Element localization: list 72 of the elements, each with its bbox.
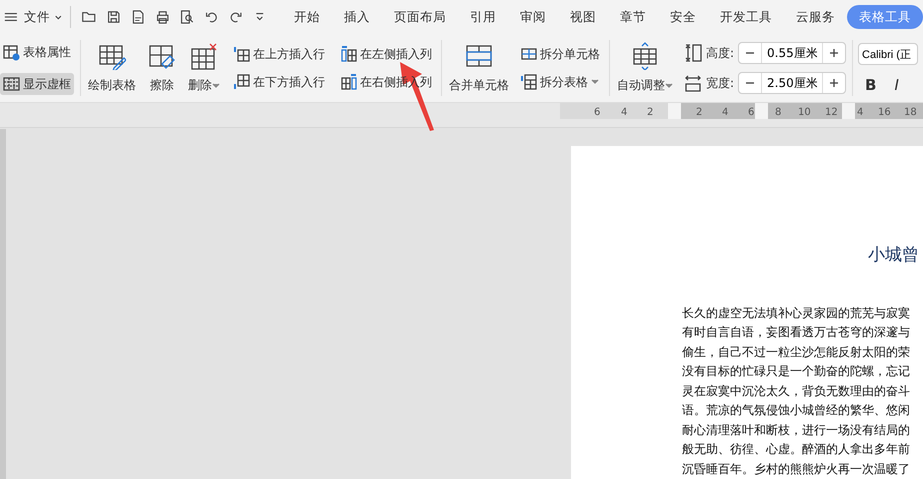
- ribbon-tab[interactable]: 安全: [670, 4, 696, 30]
- text-line: 有时自言自语，妄图看透万古苍穹的深邃与: [682, 324, 911, 341]
- ribbon-tab[interactable]: 页面布局: [394, 4, 446, 30]
- ribbon-button[interactable]: 在上方插入行: [231, 43, 328, 65]
- ribbon-tab[interactable]: 开发工具: [720, 4, 772, 30]
- ribbon-button[interactable]: 在下方插入行: [231, 71, 328, 93]
- field-label: 高度:: [706, 45, 734, 62]
- caret-icon: [665, 82, 673, 89]
- text-line: 耐心清理落叶和断枝，进行一场没有结局的: [682, 422, 911, 438]
- insert-column-right-icon: [341, 74, 357, 90]
- insert-column-left-icon: [341, 46, 357, 62]
- ribbon-button[interactable]: 拆分表格: [518, 71, 603, 93]
- ruler-number: 2: [647, 106, 654, 120]
- split-table-icon: [521, 74, 537, 90]
- ribbon-button[interactable]: 在左侧插入列: [338, 43, 435, 65]
- width-icon: [684, 74, 702, 92]
- delete-table-icon: [190, 42, 218, 70]
- text-line: 偷生，自己不过一粒尘沙怎能反射太阳的荣: [682, 344, 911, 360]
- ribbon-button[interactable]: 绘制表格: [87, 40, 137, 96]
- text-line: 灵在寂寞中沉沦太久，背负无数理由的奋斗: [682, 382, 911, 400]
- ruler-number: 6: [748, 106, 754, 120]
- text-line: 般无助、彷徨、心虚。醉酒的人拿出多年前: [682, 441, 911, 458]
- ribbon-button[interactable]: 擦除: [147, 40, 177, 96]
- ribbon-tab[interactable]: 视图: [570, 4, 596, 30]
- text-line: 沉昏睡百年。乡村的熊熊炉火再一次温暖了: [682, 460, 911, 478]
- ruler-number: 4: [722, 106, 728, 120]
- number-spinner[interactable]: 0.55厘米: [738, 42, 846, 64]
- caret-icon[interactable]: [54, 13, 62, 21]
- text-line: 长久的虚空无法填补心灵家园的荒芜与寂寞: [682, 304, 911, 322]
- split-cells-icon: [521, 46, 537, 62]
- ribbon-button[interactable]: 拆分单元格: [518, 43, 603, 65]
- ribbon-button[interactable]: 删除: [187, 40, 221, 96]
- ruler-number: 12: [825, 106, 838, 120]
- autofit-table-icon: [631, 42, 659, 70]
- table-properties-icon: [3, 44, 20, 60]
- ruler-number: 8: [775, 106, 782, 120]
- ruler-number: 10: [798, 106, 811, 120]
- ribbon-tab[interactable]: 插入: [344, 4, 370, 30]
- preview-icon[interactable]: [179, 8, 195, 26]
- ribbon-button[interactable]: 显示虚框: [0, 73, 74, 95]
- ribbon-button[interactable]: 自动调整: [616, 40, 674, 96]
- ribbon-tab[interactable]: 引用: [470, 4, 496, 30]
- menu-icon[interactable]: [4, 10, 18, 24]
- bold-button[interactable]: B: [862, 72, 880, 99]
- dashed-grid-icon: [3, 76, 20, 92]
- text-line: 没有目标的忙碌只是一个勤奋的陀螺，忘记: [682, 363, 911, 380]
- ruler-number: 18: [904, 106, 917, 120]
- height-icon: [684, 44, 702, 62]
- pdf-icon[interactable]: [130, 8, 146, 26]
- ribbon-button[interactable]: 表格属性: [0, 41, 74, 63]
- ruler-number: 2: [696, 106, 702, 120]
- italic-button[interactable]: I: [891, 72, 902, 99]
- ribbon-button[interactable]: 合并单元格: [448, 40, 510, 96]
- text-line: 语。荒凉的气氛侵蚀小城曾经的繁华、悠闲: [682, 402, 911, 419]
- plus-icon: [829, 78, 840, 88]
- plus-icon: [829, 48, 840, 58]
- ribbon-tab[interactable]: 云服务: [796, 4, 835, 30]
- ribbon-tab[interactable]: 审阅: [520, 4, 546, 30]
- field-label: 宽度:: [706, 75, 734, 92]
- ruler-scale: [855, 103, 923, 119]
- document-title: 小城曾: [868, 244, 920, 267]
- ruler-number: 16: [878, 106, 891, 120]
- insert-row-below-icon: [234, 74, 250, 90]
- ruler-number: 4: [857, 106, 864, 120]
- ribbon-tab[interactable]: 开始: [294, 4, 320, 30]
- ribbon-tab[interactable]: 章节: [620, 4, 646, 30]
- font-field[interactable]: Calibri (正: [858, 43, 918, 66]
- file-menu[interactable]: 文件: [24, 4, 50, 30]
- ruler-number: 6: [594, 106, 600, 120]
- number-spinner[interactable]: 2.50厘米: [738, 72, 846, 94]
- ruler-number: 4: [621, 106, 628, 120]
- insert-row-above-icon: [234, 46, 250, 62]
